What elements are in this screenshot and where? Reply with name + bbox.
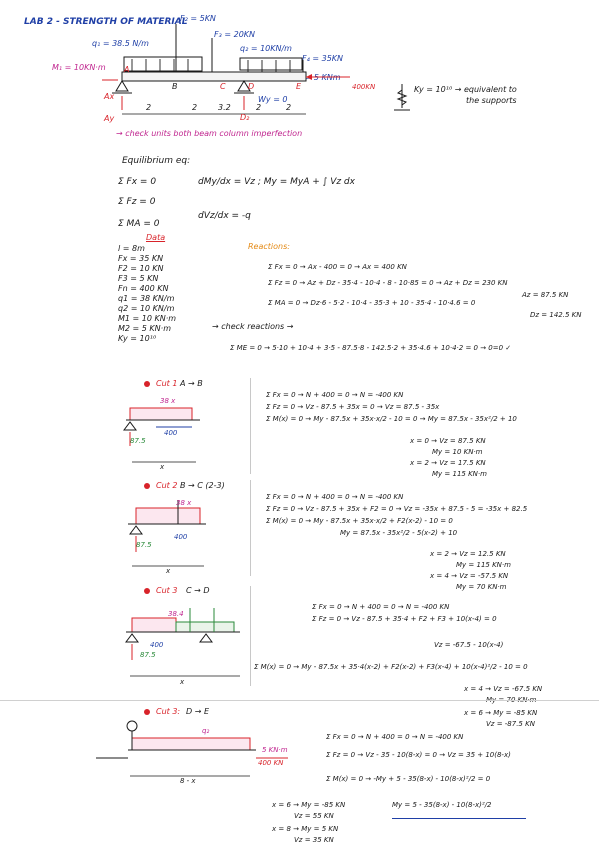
cut4-length: 8 - x xyxy=(180,777,196,785)
cut4-val: x = 6 → My = -85 KN xyxy=(272,801,346,809)
cut4-result-underline xyxy=(392,818,526,819)
cut4-val: Vz = 55 KN xyxy=(294,812,334,820)
cut4-load: q₂ xyxy=(202,727,210,735)
cut4-eq: Σ Fz = 0 → Vz - 35 - 10(8-x) = 0 → Vz = … xyxy=(326,751,511,759)
cut4-eq: Σ Fx = 0 → N + 400 = 0 → N = -400 KN xyxy=(326,733,464,741)
cut4-diagram xyxy=(96,720,288,777)
cut4-eq: Σ M(x) = 0 → -My + 5 - 35(8-x) - 10(8-x)… xyxy=(326,775,491,783)
cut4-eq: My = 5 - 35(8-x) - 10(8-x)²/2 xyxy=(392,801,492,809)
cut4-val: Vz = 35 KN xyxy=(294,836,334,844)
notes-page: { "header": { "title": "LAB 2 - STRENGTH… xyxy=(0,0,599,848)
cut4-val: x = 8 → My = 5 KN xyxy=(272,825,339,833)
cut4-moment: 5 KN·m xyxy=(262,746,288,754)
cut4-axial: 400 KN xyxy=(258,759,284,767)
